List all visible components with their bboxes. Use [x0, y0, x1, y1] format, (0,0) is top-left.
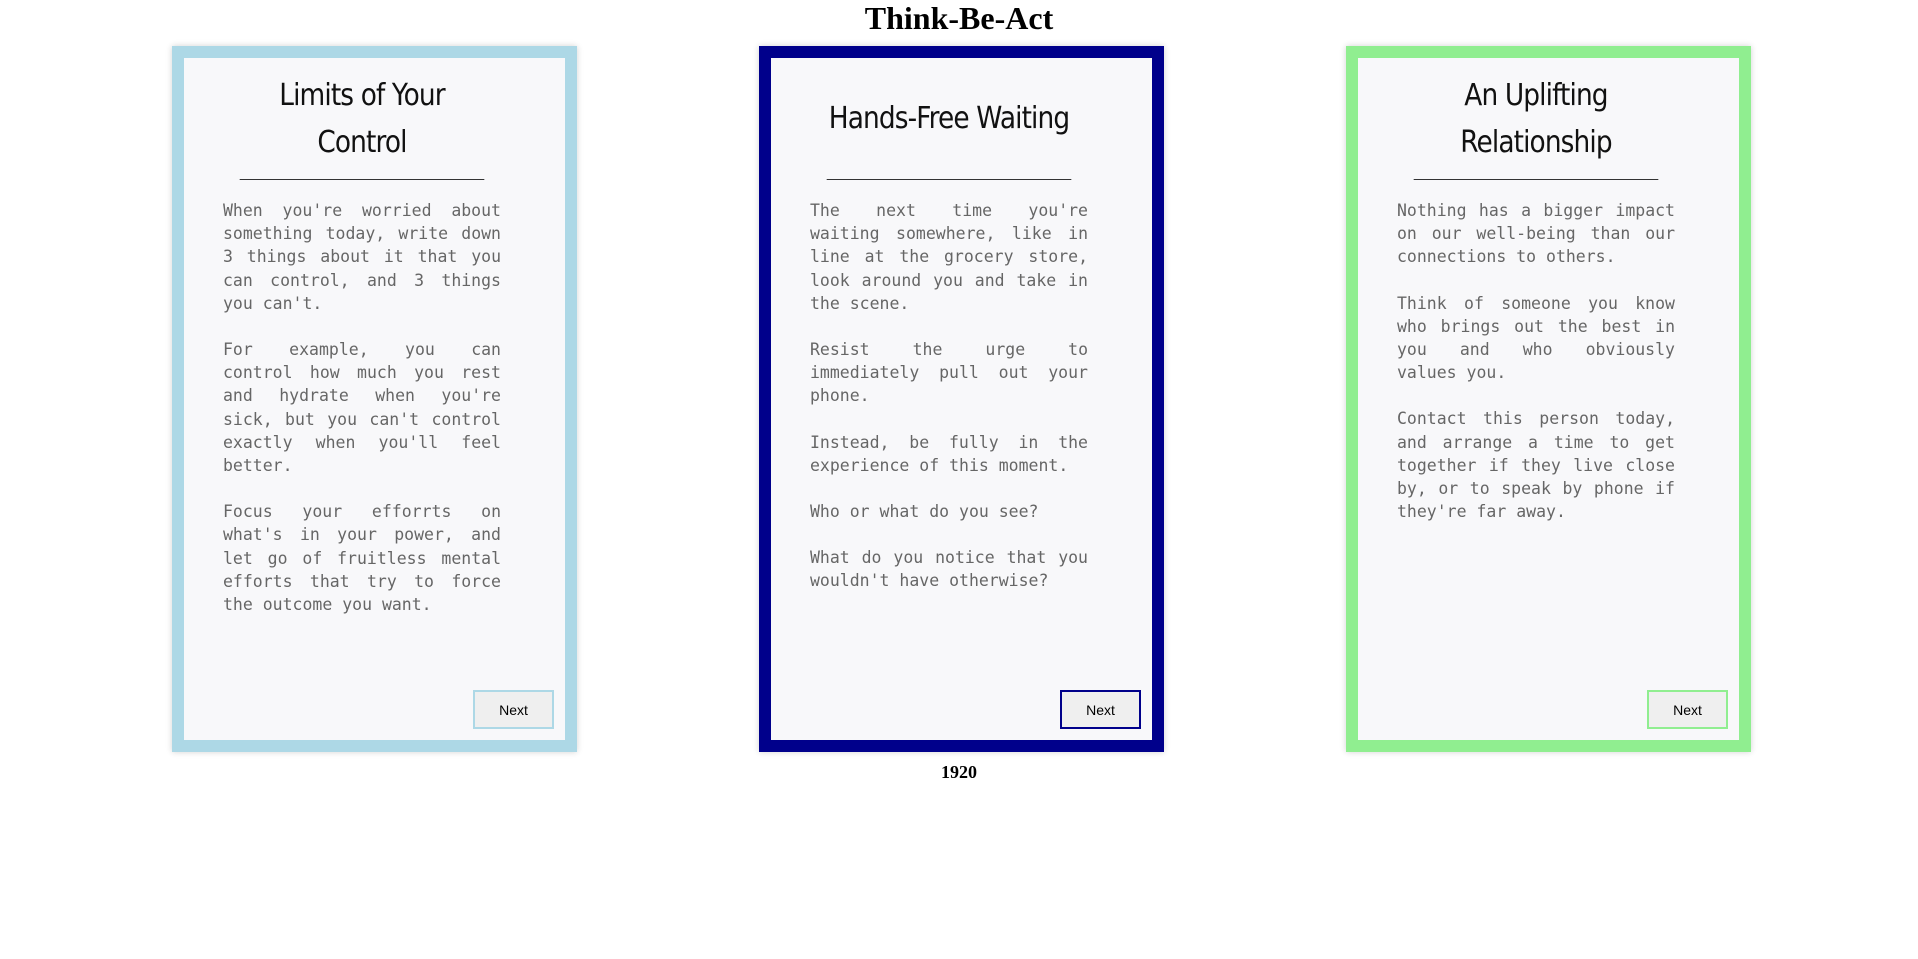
- card-body: Nothing has a bigger impact on our well-…: [1397, 199, 1675, 523]
- card-paragraph: Contact this person today, and arrange a…: [1397, 409, 1675, 522]
- card-body: When you're worried about something toda…: [223, 199, 501, 616]
- card-body: The next time you're waiting somewhere, …: [810, 199, 1088, 593]
- card-paragraph: The next time you're waiting somewhere, …: [810, 201, 1088, 313]
- card-content: Hands-Free Waiting The next time you're …: [810, 58, 1088, 616]
- card-paragraph: Who or what do you see?: [810, 502, 1039, 522]
- card-content: Limits of Your Control When you're worri…: [223, 58, 501, 639]
- card-paragraph: Instead, be fully in the experience of t…: [810, 432, 1088, 475]
- card-title: Limits of Your Control: [239, 58, 485, 180]
- next-button[interactable]: Next: [1647, 690, 1728, 729]
- card-paragraph: What do you notice that you wouldn't hav…: [810, 548, 1088, 591]
- card-content: An Uplifting Relationship Nothing has a …: [1397, 58, 1675, 546]
- card-uplifting-relationship: An Uplifting Relationship Nothing has a …: [1346, 46, 1751, 752]
- card-hands-free-waiting: Hands-Free Waiting The next time you're …: [759, 46, 1164, 752]
- footer-year: 1920: [941, 762, 977, 782]
- card-paragraph: For example, you can control how much yo…: [223, 340, 501, 476]
- card-paragraph: When you're worried about something toda…: [223, 201, 501, 313]
- card-title: An Uplifting Relationship: [1413, 58, 1659, 180]
- card-title: Hands-Free Waiting: [826, 58, 1072, 180]
- card-limits-of-control: Limits of Your Control When you're worri…: [172, 46, 577, 752]
- next-button[interactable]: Next: [473, 690, 554, 729]
- card-paragraph: Focus your efforrts on what's in your po…: [223, 502, 501, 615]
- card-paragraph: Resist the urge to immediately pull out …: [810, 340, 1088, 406]
- next-button[interactable]: Next: [1060, 690, 1141, 729]
- card-paragraph: Think of someone you know who brings out…: [1397, 293, 1675, 383]
- card-paragraph: Nothing has a bigger impact on our well-…: [1397, 201, 1675, 267]
- page-title: Think-Be-Act: [864, 0, 1054, 36]
